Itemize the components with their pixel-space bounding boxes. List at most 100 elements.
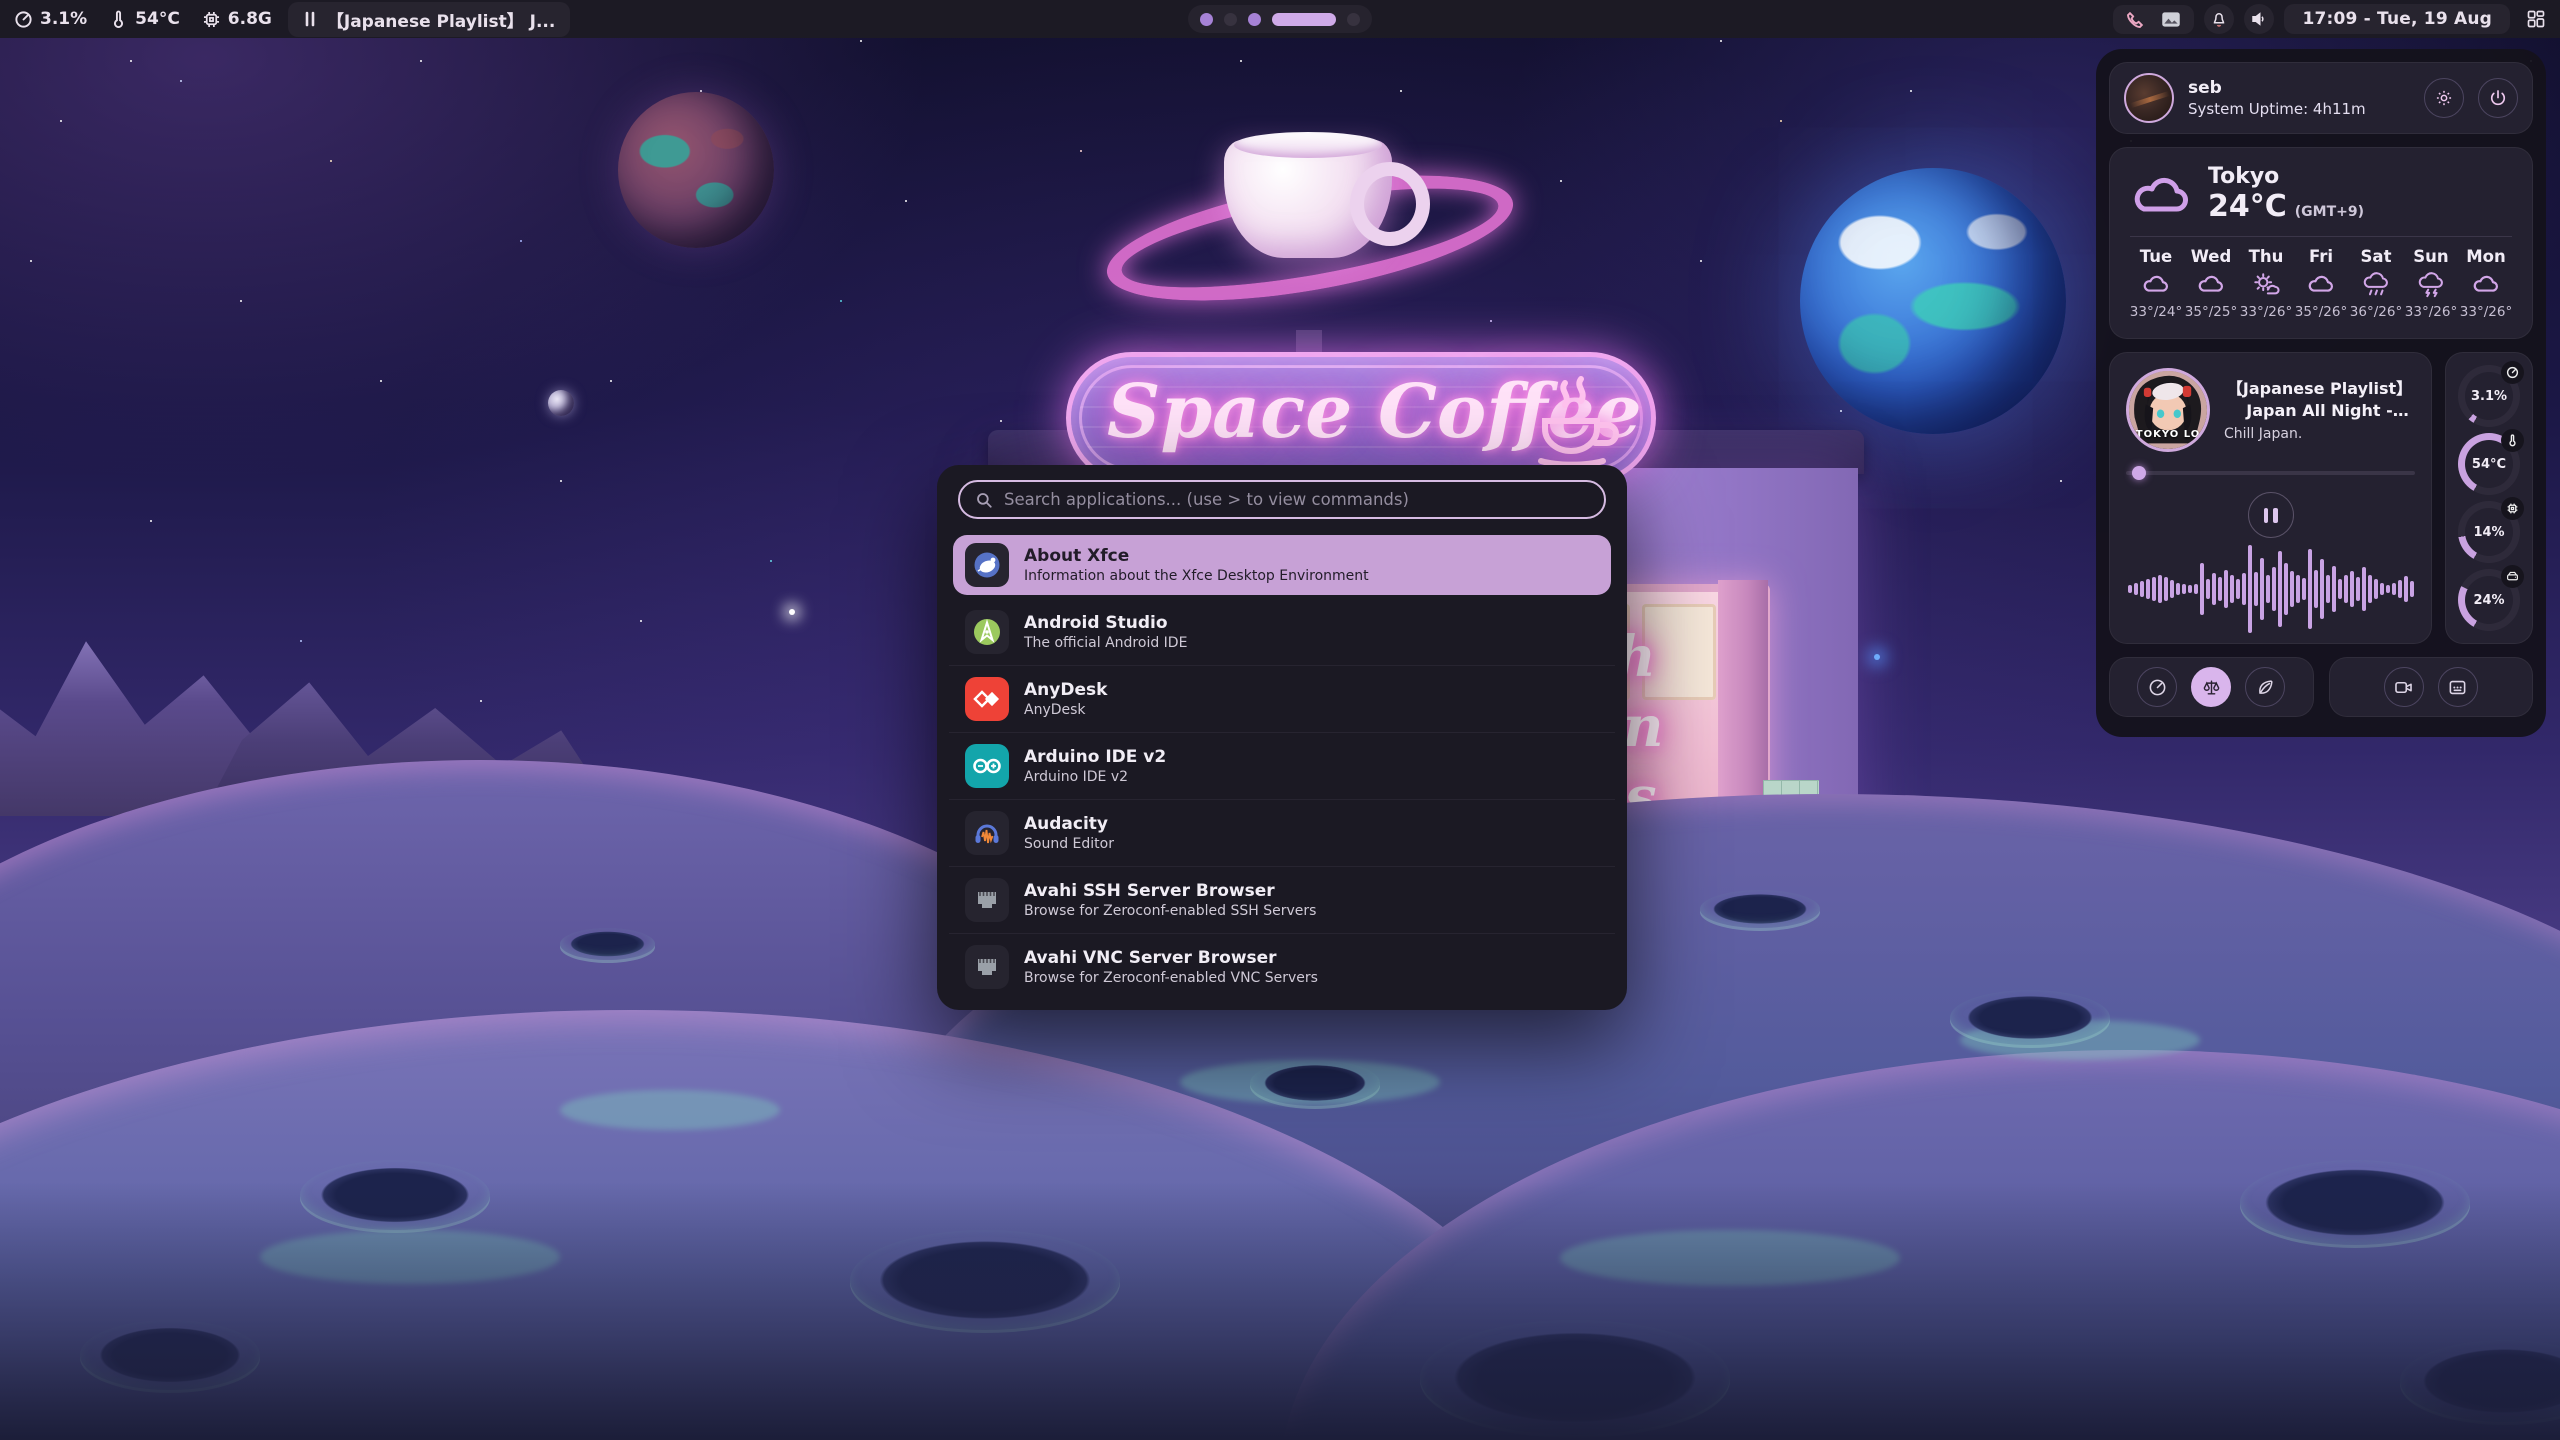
app-title: Avahi SSH Server Browser <box>1024 881 1316 901</box>
screen-record-button[interactable] <box>2384 667 2424 707</box>
volume-button[interactable] <box>2244 4 2274 34</box>
workspace-dot[interactable] <box>1347 13 1360 26</box>
screenshot-icon <box>2448 678 2467 697</box>
app-description: The official Android IDE <box>1024 635 1187 651</box>
temperature-gauge: 54°C <box>2458 433 2520 495</box>
app-description: Arduino IDE v2 <box>1024 769 1166 785</box>
gauge-icon <box>2506 366 2519 379</box>
weather-city: Tokyo <box>2208 164 2364 189</box>
purple-planet <box>618 92 774 248</box>
app-row-android-studio[interactable]: Android Studio The official Android IDE <box>953 602 1611 662</box>
app-row-avahi-vnc[interactable]: Avahi VNC Server Browser Browse for Zeroc… <box>953 937 1611 997</box>
forecast-day: Sat 36°/26° <box>2350 247 2402 320</box>
forecast-day: Fri 35°/26° <box>2295 247 2347 320</box>
power-icon <box>2488 88 2508 108</box>
image-icon[interactable] <box>2161 11 2181 28</box>
play-pause-button[interactable] <box>2248 492 2294 538</box>
app-row-audacity[interactable]: Audacity Sound Editor <box>953 803 1611 863</box>
power-button[interactable] <box>2478 78 2518 118</box>
now-playing-pill[interactable]: 【Japanese Playlist】 J... <box>288 2 570 37</box>
app-title: Avahi VNC Server Browser <box>1024 948 1318 968</box>
leaf-icon <box>2256 678 2275 697</box>
app-description: Browse for Zeroconf-enabled SSH Servers <box>1024 903 1316 919</box>
audio-waveform <box>2126 544 2415 633</box>
app-row-avahi-ssh[interactable]: Avahi SSH Server Browser Browse for Zeroc… <box>953 870 1611 930</box>
notifications-button[interactable] <box>2204 4 2234 34</box>
disk-icon <box>2506 570 2519 583</box>
thermometer-icon <box>109 10 128 29</box>
now-playing-text: 【Japanese Playlist】 J... <box>327 7 555 32</box>
forecast-day: Mon 33°/26° <box>2460 247 2512 320</box>
cpu-usage-value: 3.1% <box>40 9 87 29</box>
workspace-indicator[interactable] <box>1188 5 1372 33</box>
app-row-anydesk[interactable]: AnyDesk AnyDesk <box>953 669 1611 729</box>
progress-knob[interactable] <box>2132 466 2146 480</box>
screenshot-button[interactable] <box>2438 667 2478 707</box>
audacity-icon <box>965 811 1009 855</box>
network-jack-icon <box>965 878 1009 922</box>
track-progress-bar[interactable] <box>2126 466 2415 480</box>
side-panel: seb System Uptime: 4h11m Tokyo 24°C (GMT… <box>2096 49 2546 737</box>
track-title: 【Japanese Playlist】 Japan All Night - To… <box>2224 378 2415 423</box>
arduino-icon <box>965 744 1009 788</box>
weather-forecast: Tue 33°/24° Wed 35°/25° Thu 33°/26° Fri … <box>2130 247 2512 320</box>
grid-icon <box>2526 9 2546 29</box>
search-input[interactable] <box>1004 490 1589 509</box>
app-row-about-xfce[interactable]: About Xfce Information about the Xfce Des… <box>953 535 1611 595</box>
app-row-arduino[interactable]: Arduino IDE v2Arduino IDE v2 <box>953 736 1611 796</box>
thermometer-icon <box>2506 434 2519 447</box>
memory-stat: 6.8G <box>202 9 272 29</box>
cloud-icon <box>2306 272 2336 298</box>
anydesk-icon <box>965 677 1009 721</box>
app-title: About Xfce <box>1024 546 1369 566</box>
gear-icon <box>2434 88 2454 108</box>
app-title: AnyDesk <box>1024 680 1107 700</box>
cloud-icon <box>2130 171 2192 217</box>
app-description: Information about the Xfce Desktop Envir… <box>1024 568 1369 584</box>
album-art-text: TOKYO LO <box>2129 429 2207 440</box>
forecast-day: Sun 33°/26° <box>2405 247 2457 320</box>
avatar <box>2124 73 2174 123</box>
cpu-usage-stat: 3.1% <box>14 9 87 29</box>
forecast-day: Tue 33°/24° <box>2130 247 2182 320</box>
pause-icon <box>303 11 317 27</box>
user-card: seb System Uptime: 4h11m <box>2109 62 2533 134</box>
xfce-app-icon <box>965 543 1009 587</box>
capture-card <box>2329 657 2534 717</box>
workspace-dot[interactable] <box>1224 13 1237 26</box>
rain-cloud-icon <box>2361 272 2391 298</box>
memory-value: 6.8G <box>228 9 272 29</box>
balanced-mode-button[interactable] <box>2191 667 2231 707</box>
launcher-search[interactable] <box>958 480 1606 519</box>
phone-icon[interactable] <box>2126 10 2145 29</box>
performance-mode-button[interactable] <box>2137 667 2177 707</box>
track-artist: Chill Japan. <box>2224 426 2415 442</box>
weather-temp: 24°C <box>2208 189 2287 224</box>
gauge-icon <box>2148 678 2167 697</box>
username: seb <box>2188 78 2366 98</box>
app-grid-button[interactable] <box>2526 9 2546 29</box>
power-saver-mode-button[interactable] <box>2245 667 2285 707</box>
app-description: Browse for Zeroconf-enabled VNC Servers <box>1024 970 1318 986</box>
app-title: Audacity <box>1024 814 1114 834</box>
workspace-dot[interactable] <box>1200 13 1213 26</box>
speaker-icon <box>2250 10 2268 28</box>
settings-button[interactable] <box>2424 78 2464 118</box>
video-camera-icon <box>2394 678 2413 697</box>
app-description: AnyDesk <box>1024 702 1107 718</box>
cloud-icon <box>2196 272 2226 298</box>
workspace-dot[interactable] <box>1248 13 1261 26</box>
cloud-icon <box>2471 272 2501 298</box>
storm-cloud-icon <box>2416 272 2446 298</box>
system-tray[interactable] <box>2113 5 2194 34</box>
power-profile-card <box>2109 657 2314 717</box>
clock[interactable]: 17:09 - Tue, 19 Aug <box>2284 4 2510 34</box>
workspace-dot-active[interactable] <box>1272 13 1336 26</box>
scales-icon <box>2202 678 2221 697</box>
sign-text: Space Coffee <box>1107 369 1547 455</box>
app-description: Sound Editor <box>1024 836 1114 852</box>
temperature-stat: 54°C <box>109 9 180 29</box>
app-title: Android Studio <box>1024 613 1187 633</box>
system-gauges-card: 3.1% 54°C 14% 24% <box>2445 352 2533 644</box>
search-icon <box>975 491 993 509</box>
